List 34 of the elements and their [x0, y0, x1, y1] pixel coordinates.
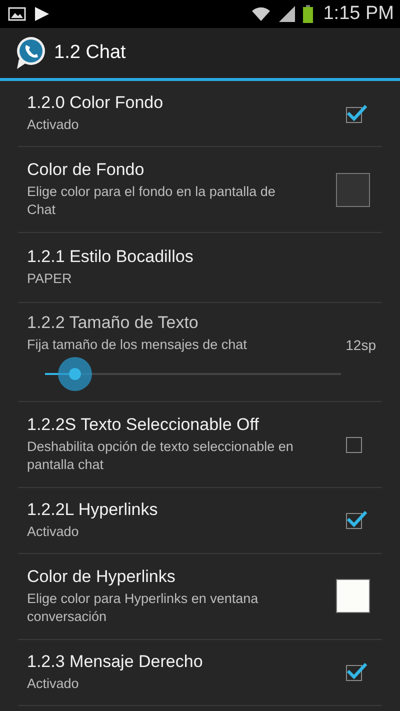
preference-title: 1.2.3 Mensaje Derecho: [27, 652, 204, 672]
preference-summary: Activado: [27, 116, 80, 134]
wifi-icon: [251, 5, 272, 23]
preference-summary: Activado: [27, 674, 80, 692]
preference-title: 1.2.2S Texto Seleccionable Off: [27, 415, 260, 435]
preference-summary: Elige color para Hyperlinks en ventana conversación: [27, 590, 260, 626]
color-swatch[interactable]: [336, 579, 370, 614]
preference-row[interactable]: 1.2.1 Estilo Bocadillos PAPER: [18, 233, 382, 303]
color-swatch[interactable]: [336, 172, 370, 206]
screen-title: 1.2 Chat: [54, 42, 126, 64]
preference-title: 1.2.2L Hyperlinks: [27, 500, 159, 520]
preference-summary: Fija tamaño de los mensajes de chat: [27, 336, 247, 354]
slider-value: 12sp: [346, 336, 376, 353]
preference-summary: PAPER: [27, 270, 73, 288]
preference-row[interactable]: 1.2.3 Mensaje Derecho Activado: [18, 640, 382, 706]
preference-row[interactable]: Color de Fondo Elige color para el fondo en la pantalla de Chat: [18, 147, 382, 233]
preference-title: 1.2.1 Estilo Bocadillos: [27, 247, 194, 268]
battery-icon: [303, 5, 314, 23]
preference-title: Color de Hyperlinks: [27, 567, 176, 587]
preference-summary: Elige color para el fondo en la pantalla de Chat: [27, 183, 276, 219]
preference-summary: Deshabilita opción de texto seleccionable en pantalla chat: [27, 438, 294, 474]
preference-row[interactable]: 1.2.0 Color Fondo Activado: [18, 81, 382, 147]
gallery-icon: [8, 7, 26, 21]
signal-icon: [279, 6, 296, 22]
preference-row[interactable]: 1.2.2L Hyperlinks Activado: [18, 488, 382, 554]
preference-summary: Activado: [27, 522, 80, 540]
preference-row[interactable]: Color de Hyperlinks Elige color para Hyperlinks en ventana conversación: [18, 554, 382, 640]
preference-row[interactable]: 1.2.2S Texto Seleccionable Off Deshabilita opción de texto seleccionable en pantalla chat: [18, 402, 382, 488]
status-time: 1:15 PM: [323, 3, 394, 25]
preference-title: 1.2.0 Color Fondo: [27, 93, 164, 114]
phone-bubble-icon[interactable]: [14, 36, 46, 70]
preference-title: Color de Fondo: [27, 160, 146, 180]
play-icon: [34, 6, 50, 22]
preference-title: 1.2.2 Tamaño de Texto: [27, 313, 200, 333]
